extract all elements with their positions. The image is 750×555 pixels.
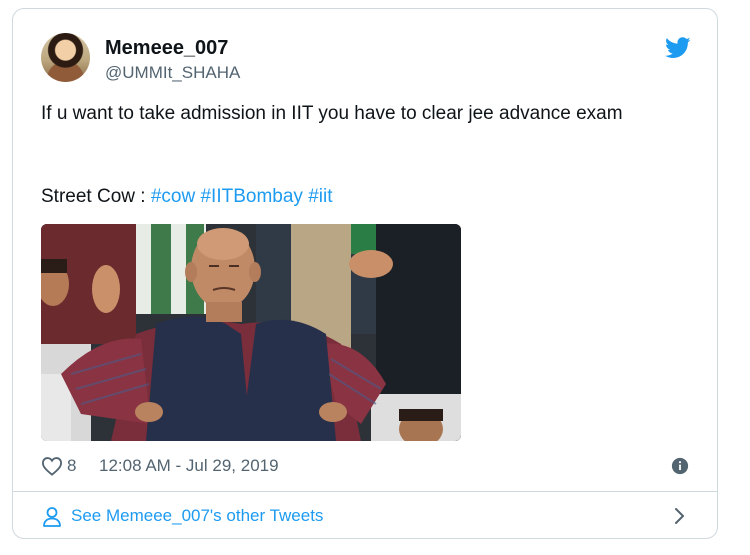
hashtag-cow[interactable]: #cow bbox=[151, 186, 195, 207]
see-other-tweets-link[interactable]: See Memeee_007's other Tweets bbox=[41, 502, 689, 530]
twitter-bird-icon[interactable] bbox=[665, 37, 691, 59]
chevron-right-icon[interactable] bbox=[669, 506, 689, 526]
author-handle[interactable]: @UMMIt_SHAHA bbox=[105, 63, 240, 83]
tweet-hashtags-line: Street Cow : #cow #IITBombay #iit bbox=[41, 185, 691, 209]
info-icon[interactable] bbox=[671, 457, 689, 475]
like-count: 8 bbox=[67, 456, 77, 475]
tweet-timestamp[interactable]: 12:08 AM - Jul 29, 2019 bbox=[99, 454, 279, 478]
tweet-body: If u want to take admission in IIT you h… bbox=[41, 103, 623, 124]
hashtag-iit[interactable]: #iit bbox=[308, 186, 332, 207]
tweet-meta: 8 12:08 AM - Jul 29, 2019 bbox=[41, 454, 689, 478]
hashtag-iitbombay[interactable]: #IITBombay bbox=[200, 186, 302, 207]
see-other-tweets-label: See Memeee_007's other Tweets bbox=[71, 506, 324, 525]
heart-icon[interactable] bbox=[41, 456, 63, 476]
street-cow-text: Street Cow : bbox=[41, 186, 151, 207]
tweet-header: Memeee_007 @UMMIt_SHAHA bbox=[41, 33, 691, 85]
author-name[interactable]: Memeee_007 bbox=[105, 37, 228, 59]
person-icon bbox=[43, 507, 61, 527]
photo-illustration bbox=[41, 224, 461, 441]
tweet-card: Memeee_007 @UMMIt_SHAHA If u want to tak… bbox=[12, 8, 718, 539]
tweet-photo[interactable] bbox=[41, 224, 461, 441]
divider bbox=[13, 491, 717, 492]
avatar[interactable] bbox=[41, 33, 90, 82]
